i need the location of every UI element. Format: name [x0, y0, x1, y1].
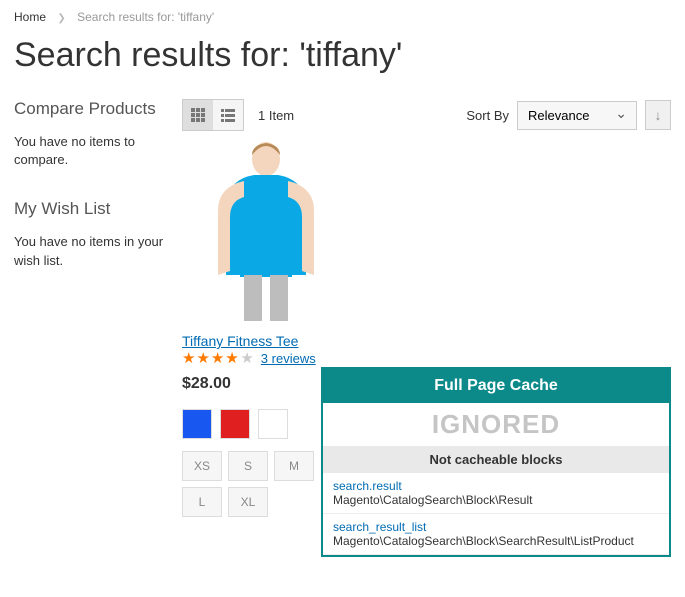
cache-block-name: search.result	[333, 479, 659, 493]
arrow-down-icon: ↓	[655, 108, 662, 123]
item-count: 1 Item	[258, 108, 294, 123]
cache-block-class: Magento\CatalogSearch\Block\SearchResult…	[333, 534, 659, 548]
size-option[interactable]: S	[228, 451, 268, 481]
product-price: $28.00	[182, 375, 342, 393]
sort-by-label: Sort By	[466, 108, 509, 123]
size-option[interactable]: XS	[182, 451, 222, 481]
grid-icon	[190, 107, 206, 123]
swatch-blue[interactable]	[182, 409, 212, 439]
size-option[interactable]: M	[274, 451, 314, 481]
cache-debug-panel: Full Page Cache IGNORED Not cacheable bl…	[321, 367, 671, 557]
cache-block-item: search.result Magento\CatalogSearch\Bloc…	[323, 473, 669, 514]
swatch-white[interactable]	[258, 409, 288, 439]
product-image[interactable]	[196, 141, 336, 321]
size-option[interactable]: XL	[228, 487, 268, 517]
compare-products-empty: You have no items to compare.	[14, 133, 164, 169]
cache-subhead: Not cacheable blocks	[323, 446, 669, 473]
cache-block-name: search_result_list	[333, 520, 659, 534]
swatch-red[interactable]	[220, 409, 250, 439]
rating-stars: ★★★★★★	[182, 349, 255, 367]
cache-blocks-list[interactable]: search.result Magento\CatalogSearch\Bloc…	[323, 473, 669, 555]
wishlist-title: My Wish List	[14, 199, 164, 219]
compare-products-title: Compare Products	[14, 99, 164, 119]
product-card: Tiffany Fitness Tee ★★★★★★ 3 reviews $28…	[182, 141, 342, 517]
color-swatches	[182, 409, 342, 439]
list-icon	[220, 107, 236, 123]
reviews-link[interactable]: 3 reviews	[261, 351, 316, 366]
size-option[interactable]: L	[182, 487, 222, 517]
cache-block-class: Magento\CatalogSearch\Block\Result	[333, 493, 659, 507]
breadcrumb-home[interactable]: Home	[14, 10, 46, 24]
view-mode-switcher	[182, 99, 244, 131]
sort-direction-button[interactable]: ↓	[645, 100, 671, 130]
cache-block-item: search_result_list Magento\CatalogSearch…	[323, 514, 669, 555]
product-name[interactable]: Tiffany Fitness Tee	[182, 333, 298, 349]
list-view-button[interactable]	[213, 100, 243, 130]
page-title: Search results for: 'tiffany'	[14, 36, 671, 75]
cache-panel-title: Full Page Cache	[323, 369, 669, 403]
size-swatches: XS S M L XL	[182, 451, 332, 517]
grid-view-button[interactable]	[183, 100, 213, 130]
chevron-right-icon: ❯	[57, 13, 65, 24]
breadcrumb-current: Search results for: 'tiffany'	[77, 10, 214, 24]
sort-by-select[interactable]: Relevance	[517, 101, 637, 130]
cache-status: IGNORED	[323, 403, 669, 446]
breadcrumb: Home ❯ Search results for: 'tiffany'	[14, 10, 671, 24]
wishlist-empty: You have no items in your wish list.	[14, 233, 164, 269]
